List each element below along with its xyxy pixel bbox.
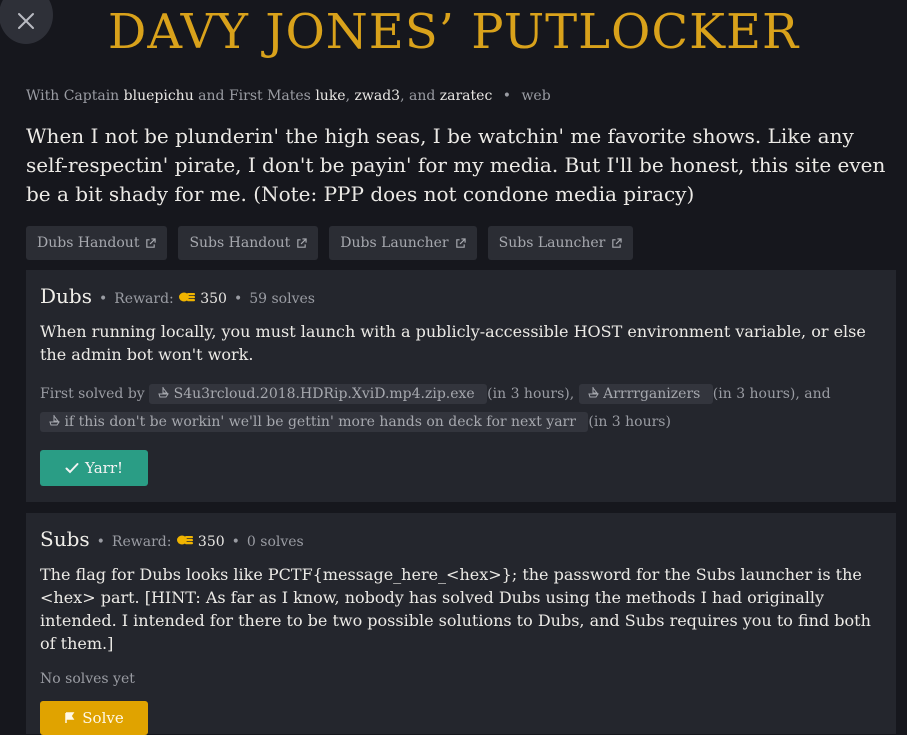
reward-label: Reward: (114, 291, 174, 307)
mate-separator: , (345, 88, 351, 104)
link-label: Subs Handout (189, 235, 291, 251)
page-title: DAVY JONES’ PUTLOCKER (107, 4, 800, 60)
coins-icon (179, 292, 196, 302)
solver-name: Arrrrganizers (603, 386, 701, 402)
ship-icon (587, 387, 599, 398)
captain-prefix: With Captain (26, 88, 120, 104)
solver-team[interactable]: if this don't be workin' we'll be gettin… (40, 412, 589, 432)
category-label: web (521, 88, 551, 104)
separator-dot: • (96, 534, 105, 550)
coins-icon (176, 535, 193, 545)
solver-name: S4u3rcloud.2018.HDRip.XviD.mp4.zip.exe (173, 386, 475, 402)
reward-label: Reward: (111, 534, 172, 550)
link-label: Dubs Launcher (340, 235, 449, 251)
separator-dot: • (231, 534, 240, 550)
captain-name: bluepichu (123, 88, 194, 104)
button-label: Solve (82, 709, 124, 727)
solve-time: (in 3 hours) (588, 414, 671, 430)
flag-icon (65, 712, 75, 723)
first-solved-label: First solved by (40, 386, 145, 402)
reward-value: 350 (200, 291, 227, 307)
button-label: Yarr! (84, 459, 124, 477)
mate-name: luke (315, 88, 346, 104)
solve-count: 0 solves (246, 534, 304, 550)
credits-line: With Captain bluepichu and First Mates l… (26, 88, 551, 104)
mate-name: zwad3 (354, 88, 401, 104)
separator-dot: • (502, 88, 511, 104)
card-header: Subs • Reward: 350 • 0 solves (40, 527, 882, 551)
separator-dot: • (233, 291, 243, 307)
external-link-icon (455, 237, 466, 248)
challenge-description: The flag for Dubs looks like PCTF{messag… (40, 565, 871, 653)
solve-count: 59 solves (249, 291, 315, 307)
handout-links: Dubs Handout Subs Handout Dubs Launcher … (26, 226, 634, 260)
solve-time: (in 3 hours), (487, 386, 575, 402)
dubs-launcher-link[interactable]: Dubs Launcher (329, 226, 477, 260)
mate-name: zaratec (439, 88, 493, 104)
first-solvers: First solved by S4u3rcloud.2018.HDRip.Xv… (40, 380, 882, 436)
link-label: Dubs Handout (37, 235, 140, 251)
ship-icon (158, 387, 170, 398)
card-header: Dubs • Reward: 350 • 59 solves (40, 284, 882, 308)
solver-team[interactable]: Arrrrganizers (578, 384, 713, 404)
no-solves-text: No solves yet (40, 671, 135, 687)
challenge-description: When running locally, you must launch wi… (40, 322, 866, 364)
mate-separator: , and (400, 88, 436, 104)
solver-name: if this don't be workin' we'll be gettin… (64, 414, 576, 430)
check-icon (65, 463, 79, 474)
separator-dot: • (98, 291, 108, 307)
mates-prefix: and First Mates (198, 88, 311, 104)
challenge-intro: When I not be plunderin' the high seas, … (26, 124, 886, 206)
solve-button[interactable]: Solve (40, 701, 148, 735)
external-link-icon (297, 237, 307, 248)
ship-icon (49, 415, 60, 426)
external-link-icon (612, 237, 623, 248)
external-link-icon (146, 237, 157, 248)
subs-launcher-link[interactable]: Subs Launcher (487, 226, 634, 260)
challenge-title: Subs (40, 527, 90, 551)
solver-team[interactable]: S4u3rcloud.2018.HDRip.XviD.mp4.zip.exe (149, 384, 488, 404)
reward-value: 350 (197, 534, 225, 550)
solve-time: (in 3 hours), and (712, 386, 831, 402)
dubs-handout-link[interactable]: Dubs Handout (26, 226, 168, 260)
challenge-title: Dubs (40, 284, 92, 308)
subs-challenge-card: Subs • Reward: 350 • 0 solves The flag f… (26, 513, 896, 735)
link-label: Subs Launcher (498, 235, 606, 251)
dubs-challenge-card: Dubs • Reward: 350 • 59 solves When runn… (26, 270, 896, 502)
subs-handout-link[interactable]: Subs Handout (178, 226, 319, 260)
yarr-button[interactable]: Yarr! (40, 450, 148, 486)
